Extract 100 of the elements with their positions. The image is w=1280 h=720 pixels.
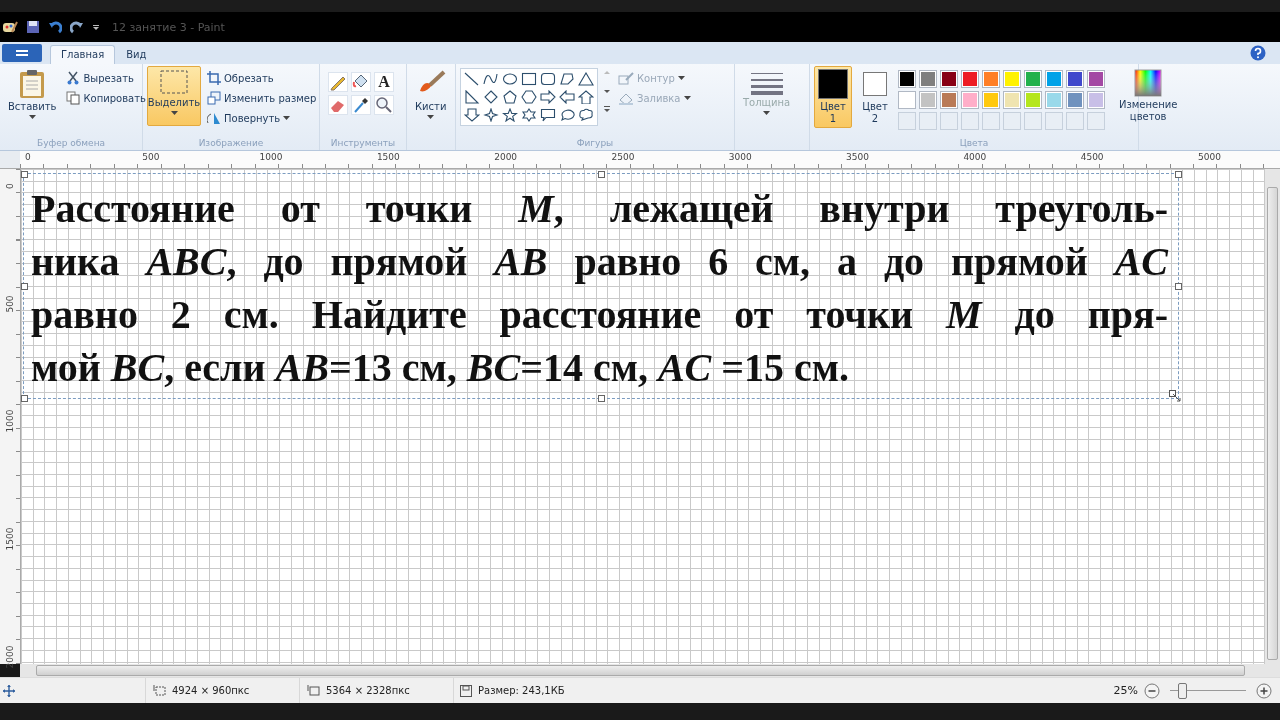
- palette-color[interactable]: [1024, 70, 1042, 88]
- shape-icon[interactable]: [502, 108, 518, 122]
- drawing-canvas[interactable]: Расстояние от точки M, лежащей внутри треуголь- ника ABC, до прямой AB равно 6 см, а до прямой AC равно 2 см. Найдите расстояние от точки M до пря- мой BC, если AB=13 см, BC=14 см, AC =15 см.: [21, 169, 1265, 664]
- brushes-button[interactable]: Кисти: [411, 66, 451, 122]
- text-tool[interactable]: A: [374, 72, 394, 92]
- shape-icon[interactable]: [464, 90, 480, 104]
- scrollbar-thumb[interactable]: [36, 665, 1245, 676]
- palette-color[interactable]: [1045, 91, 1063, 109]
- shape-icon[interactable]: [540, 90, 556, 104]
- shape-icon[interactable]: [559, 90, 575, 104]
- shape-icon[interactable]: [521, 90, 537, 104]
- palette-color[interactable]: [898, 91, 916, 109]
- palette-color[interactable]: [961, 70, 979, 88]
- shape-icon[interactable]: [502, 72, 518, 86]
- ribbon-tab[interactable]: Главная: [50, 45, 116, 64]
- selection-handle[interactable]: [1175, 283, 1182, 290]
- shape-icon[interactable]: [502, 90, 518, 104]
- scrollbar-thumb[interactable]: [1267, 187, 1278, 660]
- shape-icon[interactable]: [483, 72, 499, 86]
- palette-color[interactable]: [919, 70, 937, 88]
- rotate-button[interactable]: Повернуть: [205, 110, 319, 126]
- palette-color[interactable]: [1045, 70, 1063, 88]
- shape-icon[interactable]: [521, 108, 537, 122]
- paint-app-icon[interactable]: [2, 20, 18, 34]
- resize-handle-icon[interactable]: [1169, 390, 1181, 402]
- shape-icon[interactable]: [578, 108, 594, 122]
- selection-handle[interactable]: [21, 283, 28, 290]
- palette-color[interactable]: [1066, 70, 1084, 88]
- edit-colors-button[interactable]: Изменение цветов: [1115, 66, 1182, 126]
- empty-color-slot[interactable]: [1045, 112, 1063, 130]
- color-slot-button[interactable]: Цвет 2: [856, 66, 894, 128]
- fill-bucket-icon[interactable]: [351, 72, 371, 92]
- shape-icon[interactable]: [464, 72, 480, 86]
- empty-color-slot[interactable]: [940, 112, 958, 130]
- shape-icon[interactable]: [540, 108, 556, 122]
- shape-icon[interactable]: [578, 90, 594, 104]
- empty-color-slot[interactable]: [1066, 112, 1084, 130]
- ruler-label: 0: [25, 152, 31, 162]
- empty-color-slot[interactable]: [961, 112, 979, 130]
- color-picker-icon[interactable]: [351, 95, 371, 115]
- selection-handle[interactable]: [598, 395, 605, 402]
- selection-handle[interactable]: [598, 171, 605, 178]
- shape-icon[interactable]: [578, 72, 594, 86]
- empty-color-slot[interactable]: [898, 112, 916, 130]
- palette-color[interactable]: [1003, 91, 1021, 109]
- text-selection[interactable]: Расстояние от точки M, лежащей внутри треуголь- ника ABC, до прямой AB равно 6 см, а до прямой AC равно 2 см. Найдите расстояние от точки M до пря- мой BC, если AB=13 см, BC=14 см, AC =15 см.: [23, 173, 1179, 399]
- selection-handle[interactable]: [1175, 171, 1182, 178]
- pencil-icon[interactable]: [328, 72, 348, 92]
- shape-icon[interactable]: [559, 72, 575, 86]
- color-slot-button[interactable]: Цвет 1: [814, 66, 852, 128]
- text-line: ника ABC, до прямой AB равно 6 см, а до прямой AC: [31, 238, 1168, 286]
- empty-color-slot[interactable]: [1024, 112, 1042, 130]
- caret-icon: [28, 115, 36, 119]
- palette-color[interactable]: [961, 91, 979, 109]
- shape-icon[interactable]: [483, 108, 499, 122]
- vertical-scrollbar[interactable]: [1265, 169, 1280, 664]
- empty-color-slot[interactable]: [919, 112, 937, 130]
- horizontal-scrollbar[interactable]: [20, 664, 1280, 677]
- palette-color[interactable]: [1024, 91, 1042, 109]
- caret-icon[interactable]: [92, 23, 100, 31]
- zoom-in-button[interactable]: [1256, 682, 1272, 699]
- slider-thumb[interactable]: [1178, 682, 1188, 699]
- crop-button[interactable]: Обрезать: [205, 70, 319, 86]
- palette-color[interactable]: [1066, 91, 1084, 109]
- paste-button[interactable]: Вставить: [4, 66, 61, 122]
- shape-icon[interactable]: [483, 90, 499, 104]
- empty-color-slot[interactable]: [1087, 112, 1105, 130]
- palette-color[interactable]: [940, 91, 958, 109]
- shape-icon[interactable]: [521, 72, 537, 86]
- cut-button[interactable]: Вырезать: [64, 70, 148, 86]
- save-icon: [460, 684, 472, 697]
- undo-icon[interactable]: [48, 20, 62, 34]
- shape-icon[interactable]: [559, 108, 575, 122]
- empty-color-slot[interactable]: [1003, 112, 1021, 130]
- file-menu-button[interactable]: [2, 44, 42, 62]
- selection-handle[interactable]: [21, 171, 28, 178]
- palette-color[interactable]: [919, 91, 937, 109]
- palette-color[interactable]: [982, 70, 1000, 88]
- ribbon-tab[interactable]: Вид: [115, 45, 158, 64]
- resize-button[interactable]: Изменить размер: [205, 90, 319, 106]
- shape-icon[interactable]: [464, 108, 480, 122]
- select-button[interactable]: Выделить: [147, 66, 201, 126]
- palette-color[interactable]: [1003, 70, 1021, 88]
- group-label: Цвета: [958, 137, 990, 150]
- magnifier-icon[interactable]: [374, 95, 394, 115]
- selection-handle[interactable]: [21, 395, 28, 402]
- palette-color[interactable]: [1087, 70, 1105, 88]
- shape-icon[interactable]: [540, 72, 556, 86]
- shapes-gallery[interactable]: [460, 68, 598, 126]
- palette-color[interactable]: [1087, 91, 1105, 109]
- redo-icon[interactable]: [70, 20, 84, 34]
- palette-color[interactable]: [982, 91, 1000, 109]
- zoom-out-button[interactable]: [1144, 682, 1160, 699]
- palette-color[interactable]: [898, 70, 916, 88]
- group-label: Буфер обмена: [35, 137, 107, 150]
- help-icon[interactable]: [1250, 45, 1266, 61]
- empty-color-slot[interactable]: [982, 112, 1000, 130]
- copy-button[interactable]: Копировать: [64, 90, 148, 106]
- palette-color[interactable]: [940, 70, 958, 88]
- save-icon[interactable]: [26, 20, 40, 34]
